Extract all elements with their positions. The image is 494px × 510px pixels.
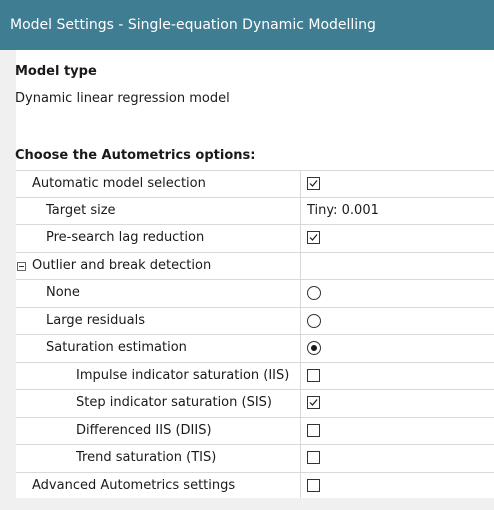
automatic-model-selection-checkbox[interactable]	[307, 177, 320, 190]
row-tis: Trend saturation (TIS)	[16, 445, 494, 473]
advanced-settings-label: Advanced Autometrics settings	[32, 477, 236, 493]
row-target-size: Target size Tiny: 0.001	[16, 197, 494, 225]
row-iis: Impulse indicator saturation (IIS)	[16, 362, 494, 390]
automatic-model-selection-label: Automatic model selection	[32, 176, 206, 191]
row-outlier-break-detection: Outlier and break detection	[16, 252, 494, 280]
saturation-estimation-radio[interactable]	[307, 341, 321, 355]
large-residuals-label: Large residuals	[46, 312, 145, 328]
pre-search-lag-reduction-label: Pre-search lag reduction	[46, 230, 205, 245]
model-type-value: Dynamic linear regression model	[15, 91, 230, 106]
autometrics-heading: Choose the Autometrics options:	[15, 148, 256, 163]
iis-checkbox[interactable]	[307, 368, 320, 382]
window-title: Model Settings - Single-equation Dynamic…	[10, 17, 376, 33]
collapse-toggle-icon[interactable]	[17, 261, 26, 271]
row-saturation-estimation: Saturation estimation	[16, 335, 494, 363]
diis-label: Differenced IIS (DIIS)	[76, 422, 212, 438]
model-type-heading: Model type	[15, 64, 97, 79]
advanced-settings-checkbox[interactable]	[307, 478, 320, 492]
iis-label: Impulse indicator saturation (IIS)	[76, 367, 290, 383]
large-residuals-radio[interactable]	[307, 313, 321, 328]
bottom-strip	[0, 498, 494, 510]
diis-checkbox[interactable]	[307, 423, 320, 437]
tis-label: Trend saturation (TIS)	[76, 450, 217, 465]
row-diis: Differenced IIS (DIIS)	[16, 417, 494, 445]
sis-label: Step indicator saturation (SIS)	[76, 395, 272, 410]
sis-checkbox[interactable]	[307, 396, 320, 409]
outlier-break-detection-label: Outlier and break detection	[32, 257, 212, 273]
target-size-value[interactable]: Tiny: 0.001	[307, 198, 379, 224]
none-label: None	[46, 285, 80, 300]
options-grid: Automatic model selection Target size Ti…	[16, 170, 494, 500]
row-automatic-model-selection: Automatic model selection	[16, 170, 494, 198]
row-pre-search-lag-reduction: Pre-search lag reduction	[16, 225, 494, 253]
tis-checkbox[interactable]	[307, 451, 320, 464]
target-size-label: Target size	[46, 202, 116, 218]
row-advanced-settings: Advanced Autometrics settings	[16, 472, 494, 500]
row-sis: Step indicator saturation (SIS)	[16, 390, 494, 418]
none-radio[interactable]	[307, 286, 321, 300]
row-large-residuals: Large residuals	[16, 307, 494, 335]
pre-search-lag-reduction-checkbox[interactable]	[307, 231, 320, 244]
row-none: None	[16, 280, 494, 308]
window-titlebar: Model Settings - Single-equation Dynamic…	[0, 0, 494, 50]
saturation-estimation-label: Saturation estimation	[46, 340, 187, 355]
